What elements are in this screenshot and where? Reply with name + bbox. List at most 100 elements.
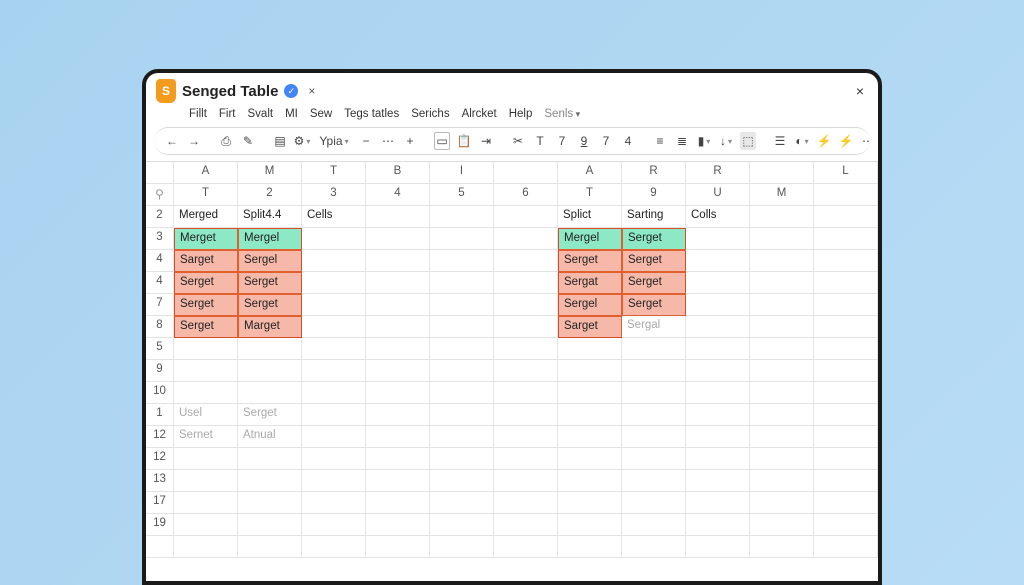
row-5[interactable]: 5 <box>146 338 174 360</box>
cell[interactable]: Sarget <box>174 250 238 272</box>
col-J[interactable] <box>750 162 814 184</box>
cell[interactable] <box>814 514 878 536</box>
cell[interactable] <box>750 382 814 404</box>
indent-icon[interactable]: ⇥ <box>478 132 494 150</box>
cell[interactable]: Colls <box>686 206 750 228</box>
row-13[interactable]: 13 <box>146 470 174 492</box>
cell[interactable]: Serget <box>174 272 238 294</box>
cell[interactable] <box>366 360 430 382</box>
cell[interactable] <box>814 316 878 338</box>
cell[interactable] <box>174 492 238 514</box>
menu-mi[interactable]: MI <box>282 107 301 121</box>
cell[interactable] <box>686 316 750 338</box>
cell[interactable]: Sarget <box>558 316 622 338</box>
menu-firt[interactable]: Firt <box>216 107 239 121</box>
cell[interactable] <box>366 316 430 338</box>
cell[interactable] <box>302 470 366 492</box>
col-K[interactable]: L <box>814 162 878 184</box>
cell[interactable] <box>814 206 878 228</box>
row-8[interactable]: 8 <box>146 316 174 338</box>
cell[interactable] <box>750 514 814 536</box>
cell[interactable] <box>430 382 494 404</box>
sub-I[interactable]: U <box>686 184 750 206</box>
cell[interactable] <box>302 228 366 250</box>
cell[interactable] <box>814 272 878 294</box>
cell[interactable] <box>494 382 558 404</box>
col-H[interactable]: R <box>622 162 686 184</box>
cell[interactable]: Merget <box>174 228 238 250</box>
row-17[interactable]: 17 <box>146 492 174 514</box>
cell[interactable] <box>430 316 494 338</box>
cell[interactable]: Serget <box>622 272 686 294</box>
dark-icon[interactable]: ◐ <box>794 132 810 150</box>
menu-alrcket[interactable]: Alrcket <box>459 107 500 121</box>
cell[interactable]: Splict <box>558 206 622 228</box>
sub-B[interactable]: 2 <box>238 184 302 206</box>
font-family-select[interactable]: Ypia <box>326 132 342 150</box>
cell[interactable] <box>622 382 686 404</box>
spreadsheet-grid[interactable]: A M T B I A R R L ⚲ T 2 3 4 5 6 T 9 U M … <box>146 161 878 558</box>
arrow-down-icon[interactable]: ↓ <box>718 132 734 150</box>
cell[interactable] <box>686 404 750 426</box>
cell[interactable]: Sergel <box>238 250 302 272</box>
cell[interactable] <box>430 250 494 272</box>
cell[interactable] <box>494 272 558 294</box>
cell[interactable] <box>622 404 686 426</box>
cell[interactable] <box>366 536 430 558</box>
cell[interactable] <box>622 470 686 492</box>
cell[interactable] <box>686 536 750 558</box>
border-icon[interactable]: ▭ <box>434 132 450 150</box>
cell[interactable] <box>174 536 238 558</box>
cell[interactable] <box>558 338 622 360</box>
cell[interactable] <box>686 250 750 272</box>
cell[interactable] <box>558 536 622 558</box>
menu-svalt[interactable]: Svalt <box>245 107 277 121</box>
cell[interactable] <box>622 536 686 558</box>
cell[interactable] <box>366 228 430 250</box>
cell[interactable] <box>686 426 750 448</box>
cell[interactable] <box>302 316 366 338</box>
num-9[interactable]: 9 <box>576 132 592 150</box>
cell[interactable] <box>814 338 878 360</box>
cell[interactable] <box>494 338 558 360</box>
sub-J[interactable]: M <box>750 184 814 206</box>
cell[interactable] <box>430 492 494 514</box>
cell[interactable] <box>366 272 430 294</box>
cell[interactable] <box>814 228 878 250</box>
cell[interactable] <box>558 404 622 426</box>
cell[interactable] <box>686 514 750 536</box>
cell[interactable] <box>302 382 366 404</box>
cell[interactable] <box>238 338 302 360</box>
cell[interactable] <box>750 536 814 558</box>
cell[interactable] <box>366 294 430 316</box>
cell[interactable] <box>366 448 430 470</box>
cell[interactable] <box>238 470 302 492</box>
cell[interactable] <box>686 360 750 382</box>
cell[interactable] <box>494 492 558 514</box>
num-7b[interactable]: 7 <box>598 132 614 150</box>
menu-sew[interactable]: Sew <box>307 107 335 121</box>
cell[interactable] <box>686 338 750 360</box>
cell[interactable]: Serget <box>622 294 686 316</box>
cell[interactable] <box>814 492 878 514</box>
row-9[interactable]: 9 <box>146 360 174 382</box>
cell[interactable] <box>430 338 494 360</box>
cell[interactable] <box>430 448 494 470</box>
cell[interactable] <box>622 514 686 536</box>
cell[interactable] <box>494 360 558 382</box>
cell[interactable] <box>750 338 814 360</box>
cell[interactable]: Serget <box>174 294 238 316</box>
cell[interactable] <box>366 426 430 448</box>
cell[interactable] <box>494 206 558 228</box>
cell[interactable]: Mergel <box>558 228 622 250</box>
cell[interactable] <box>814 294 878 316</box>
cell[interactable] <box>430 228 494 250</box>
col-C[interactable]: T <box>302 162 366 184</box>
gear-icon[interactable]: ⚙ <box>294 132 310 150</box>
cell[interactable] <box>750 360 814 382</box>
overflow-icon[interactable]: ⋯ <box>860 132 870 150</box>
cell[interactable] <box>750 448 814 470</box>
cell[interactable]: Marget <box>238 316 302 338</box>
col-B[interactable]: M <box>238 162 302 184</box>
cell[interactable] <box>686 382 750 404</box>
